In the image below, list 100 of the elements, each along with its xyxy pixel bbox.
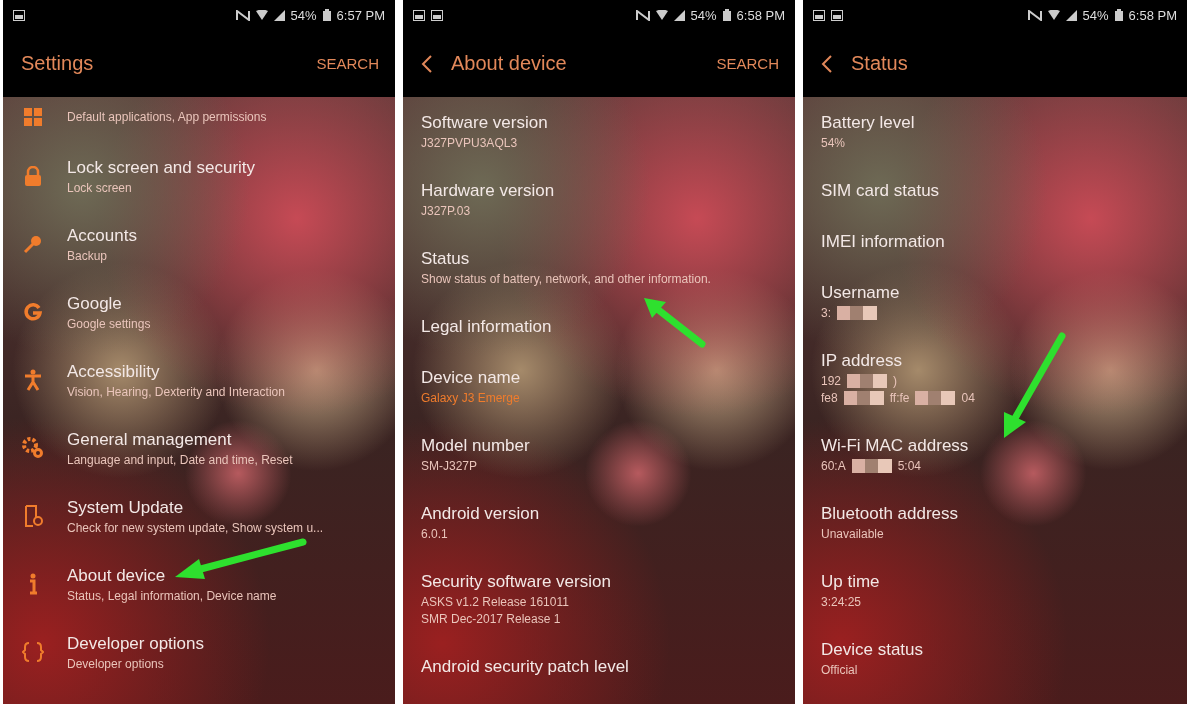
search-button[interactable]: SEARCH: [712, 51, 783, 76]
notification-icon: [831, 9, 843, 21]
settings-list-item[interactable]: Wi-Fi MAC address 60:A 5:04: [821, 420, 1169, 488]
item-summary: Show status of battery, network, and other information.: [421, 272, 711, 286]
item-title: IP address: [821, 350, 903, 371]
item-summary: J327P.03: [421, 204, 472, 218]
settings-list-item[interactable]: Android version 6.0.1: [421, 488, 777, 556]
settings-list-item[interactable]: Google Google settings: [21, 278, 377, 346]
gears-icon: [22, 437, 44, 459]
wifi-icon: [1047, 10, 1060, 20]
item-title: Accounts: [67, 225, 137, 246]
settings-list-item[interactable]: Username 3:: [821, 267, 1169, 335]
item-value: 60:A: [821, 459, 846, 473]
redaction-block: [843, 391, 884, 405]
item-title: Developer options: [67, 633, 205, 654]
redaction-block: [847, 374, 888, 388]
item-title: SIM card status: [821, 180, 940, 201]
item-title: Hardware version: [421, 180, 555, 201]
back-icon[interactable]: [821, 53, 833, 74]
settings-list-item[interactable]: IMEI information: [821, 216, 1169, 267]
item-summary: Vision, Hearing, Dexterity and Interaction: [67, 385, 285, 399]
settings-list-item[interactable]: Battery level 54%: [821, 97, 1169, 165]
item-title: Security software version: [421, 571, 611, 592]
wifi-icon: [255, 10, 268, 20]
settings-list-item[interactable]: Default applications, App permissions: [21, 97, 377, 142]
notification-icon: [413, 9, 425, 21]
item-title: Battery level: [821, 112, 915, 133]
settings-list-item[interactable]: Android security patch level: [421, 641, 777, 692]
notification-icon: [13, 9, 25, 21]
settings-list-item[interactable]: System Update Check for new system update, Show system u...: [21, 482, 377, 550]
settings-list-item[interactable]: SIM card status: [821, 165, 1169, 216]
settings-list-item[interactable]: Device name Galaxy J3 Emerge: [421, 352, 777, 420]
item-title: Android version: [421, 503, 540, 524]
wifi-icon: [655, 10, 668, 20]
settings-list-item[interactable]: About device Status, Legal information, Device name: [21, 550, 377, 618]
screen-title: Status: [851, 52, 909, 75]
person-icon: [23, 369, 43, 391]
item-title: Device name: [421, 367, 521, 388]
item-summary: Check for new system update, Show system u...: [67, 521, 324, 535]
item-title: Software version: [421, 112, 548, 133]
battery-percent: 54%: [690, 7, 717, 23]
battery-icon: [322, 9, 331, 21]
settings-list-item[interactable]: Model number SM-J327P: [421, 420, 777, 488]
clock-time: 6:57 PM: [336, 7, 385, 23]
settings-list-item[interactable]: Status Show status of battery, network, and other information.: [421, 233, 777, 301]
notification-icon: [431, 9, 443, 21]
search-button[interactable]: SEARCH: [312, 51, 383, 76]
item-title: Up time: [821, 571, 880, 592]
settings-list-item[interactable]: Lock screen and security Lock screen: [21, 142, 377, 210]
clock-time: 6:58 PM: [736, 7, 785, 23]
signal-icon: [673, 9, 685, 21]
info-icon: [28, 573, 38, 595]
notification-icon: [813, 9, 825, 21]
item-value: fe8: [821, 391, 838, 405]
nfc-icon: [1027, 9, 1042, 21]
settings-list-item[interactable]: Hardware version J327P.03: [421, 165, 777, 233]
lock-icon: [24, 166, 42, 186]
item-title: Google: [67, 293, 123, 314]
settings-list-item[interactable]: Accessibility Vision, Hearing, Dexterity and Interaction: [21, 346, 377, 414]
nfc-icon: [235, 9, 250, 21]
screen-title: About device: [451, 52, 568, 75]
item-summary: Language and input, Date and time, Reset: [67, 453, 293, 467]
item-title: Accessibility: [67, 361, 161, 382]
item-summary: Official: [821, 663, 859, 677]
settings-list-item[interactable]: IP address 192 ) fe8 ff:fe 04: [821, 335, 1169, 420]
item-title: IMEI information: [821, 231, 945, 252]
back-icon[interactable]: [421, 53, 433, 74]
item-value: 04: [961, 391, 975, 405]
clock-time: 6:58 PM: [1128, 7, 1177, 23]
item-title: Device status: [821, 639, 924, 660]
item-title: Model number: [421, 435, 530, 456]
item-summary: J327PVPU3AQL3: [421, 136, 519, 150]
settings-list-item[interactable]: Device status Official: [821, 624, 1169, 692]
settings-list-item[interactable]: Developer options Developer options: [21, 618, 377, 686]
key-icon: [23, 234, 43, 254]
item-title: Wi-Fi MAC address: [821, 435, 969, 456]
item-value: ): [893, 374, 898, 388]
settings-list-item[interactable]: Bluetooth address Unavailable: [821, 488, 1169, 556]
item-summary: Backup: [67, 249, 109, 263]
item-title: Lock screen and security: [67, 157, 256, 178]
item-summary: Unavailable: [821, 527, 885, 541]
battery-icon: [1114, 9, 1123, 21]
item-title: Username: [821, 282, 900, 303]
g-letter-icon: [23, 302, 43, 322]
item-title: General management: [67, 429, 233, 450]
redaction-block: [837, 306, 877, 320]
item-title: Legal information: [421, 316, 552, 337]
settings-list-item[interactable]: Security software version ASKS v1.2 Release 161011 SMR Dec-2017 Release 1: [421, 556, 777, 641]
settings-list-item[interactable]: Accounts Backup: [21, 210, 377, 278]
settings-list-item[interactable]: Up time 3:24:25: [821, 556, 1169, 624]
settings-list-item[interactable]: General management Language and input, Date and time, Reset: [21, 414, 377, 482]
item-title: About device: [67, 565, 167, 586]
settings-list-item[interactable]: Software version J327PVPU3AQL3: [421, 97, 777, 165]
item-value: 5:04: [897, 459, 922, 473]
item-summary: Lock screen: [67, 181, 133, 195]
screen-title: Settings: [21, 52, 95, 75]
settings-list-item[interactable]: Legal information: [421, 301, 777, 352]
battery-icon: [722, 9, 731, 21]
item-value: 192: [821, 374, 842, 388]
item-title: Status: [421, 248, 471, 269]
